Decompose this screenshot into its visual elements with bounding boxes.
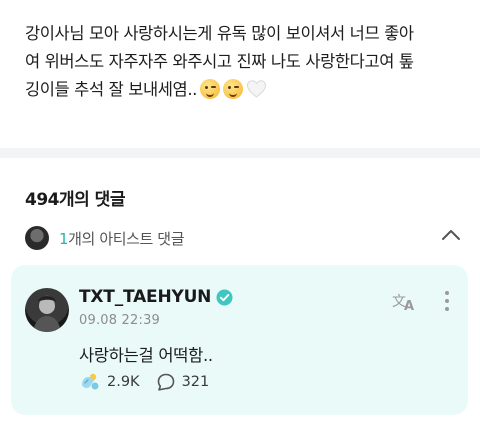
reply-count: 321 bbox=[181, 374, 210, 390]
artist-comment-label-text: 개의 아티스트 댓글 bbox=[68, 230, 185, 248]
translate-button[interactable]: 文A bbox=[391, 290, 419, 314]
section-divider bbox=[0, 148, 480, 158]
translate-icon: 文A bbox=[392, 294, 414, 314]
post-text-line-3-text: 깅이들 추석 잘 보내세염.. bbox=[25, 80, 198, 99]
more-options-button[interactable] bbox=[439, 289, 455, 315]
artist-comment-label: 1개의 아티스트 댓글 bbox=[59, 228, 184, 249]
artist-comments-toggle[interactable]: 1개의 아티스트 댓글 bbox=[25, 224, 465, 252]
speech-bubble-icon bbox=[157, 373, 174, 391]
comment-author-name[interactable]: TXT_TAEHYUN bbox=[79, 287, 211, 307]
verified-badge-icon bbox=[216, 289, 233, 305]
post-text-line-3: 깅이들 추석 잘 보내세염.. bbox=[25, 76, 465, 104]
avatar[interactable] bbox=[25, 288, 69, 332]
like-button[interactable]: 2.9K bbox=[79, 371, 140, 393]
artist-comment-card: TXT_TAEHYUN 09.08 22:39 文A 사랑하는걸 어떡함.. 2… bbox=[11, 265, 468, 415]
more-vertical-icon bbox=[445, 291, 449, 311]
like-count: 2.9K bbox=[107, 374, 140, 390]
comment-count-heading: 494개의 댓글 bbox=[25, 190, 125, 210]
winking-face-emoji-icon bbox=[223, 79, 244, 99]
white-heart-emoji-icon bbox=[247, 80, 267, 98]
comment-author-row: TXT_TAEHYUN bbox=[79, 287, 233, 307]
artist-comment-count: 1 bbox=[59, 230, 69, 248]
artist-avatar-small bbox=[25, 226, 49, 250]
chevron-up-icon[interactable] bbox=[441, 228, 461, 242]
post-text-line-2: 여 위버스도 자주자주 와주시고 진짜 나도 사랑한다고여 톺 bbox=[25, 52, 414, 71]
winking-face-emoji-icon bbox=[200, 79, 221, 99]
avatar-portrait-icon bbox=[33, 296, 61, 332]
comment-actions: 2.9K 321 bbox=[79, 370, 209, 394]
post-content: 강이사님 모아 사랑하시는게 유독 많이 보이셔서 너므 좋아 여 위버스도 자… bbox=[25, 20, 465, 104]
comment-timestamp: 09.08 22:39 bbox=[79, 313, 161, 328]
reply-button[interactable]: 321 bbox=[156, 372, 210, 392]
post-text-line-1: 강이사님 모아 사랑하시는게 유독 많이 보이셔서 너므 좋아 bbox=[25, 24, 414, 43]
comment-text: 사랑하는걸 어떡함.. bbox=[79, 346, 213, 365]
weverse-cheer-like-icon bbox=[82, 373, 99, 390]
svg-text:A: A bbox=[404, 299, 414, 314]
